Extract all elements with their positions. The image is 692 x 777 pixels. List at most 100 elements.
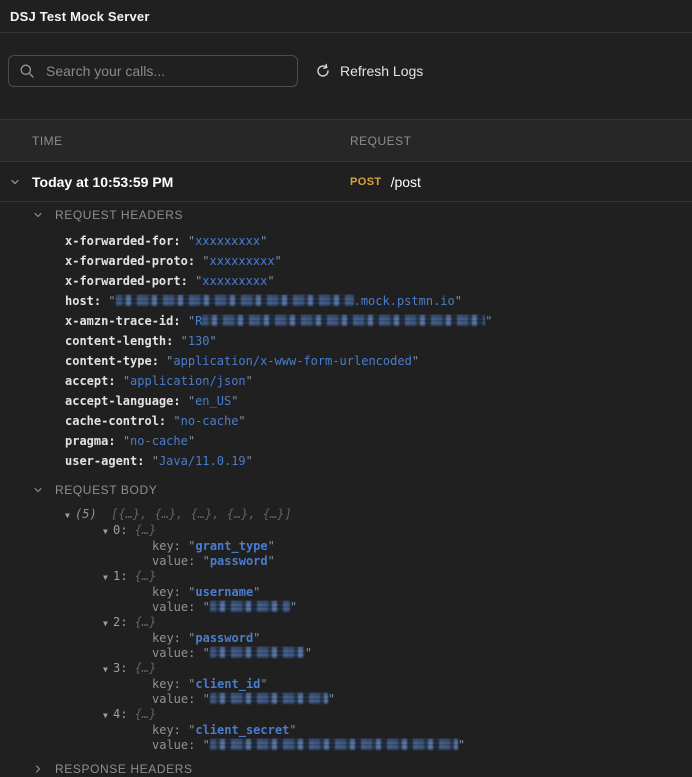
header-key: accept: — [65, 374, 116, 388]
quote-mark: " — [245, 374, 253, 388]
quote-mark: " — [485, 314, 493, 328]
value-label: value: — [152, 646, 196, 660]
array-preview: [{…}, {…}, {…}, {…}, {…}] — [111, 507, 292, 521]
header-key: host: — [65, 294, 102, 308]
response-headers-toggle[interactable]: RESPONSE HEADERS — [33, 761, 692, 777]
redacted-value — [209, 693, 328, 704]
request-header-line: host: " .mock.pstmn.io" — [65, 291, 692, 311]
quote-mark: " — [274, 254, 282, 268]
value-text: client_secret — [195, 723, 290, 737]
quote-mark: " — [151, 454, 159, 468]
object-preview: {…} — [134, 523, 157, 537]
request-header-line: accept: "application/json" — [65, 371, 692, 391]
mock-server-log-viewer: DSJ Test Mock Server Refresh Logs TIME R… — [0, 0, 692, 777]
item-index: 4: — [113, 707, 128, 721]
quote-mark: " — [260, 677, 268, 691]
quote-mark: " — [122, 374, 131, 388]
header-key: cache-control: — [65, 414, 167, 428]
quote-mark: " — [187, 434, 196, 448]
quote-mark: " — [238, 414, 246, 428]
key-label: key: — [152, 677, 181, 691]
search-box — [8, 55, 298, 87]
quote-mark: " — [173, 414, 181, 428]
value-label: value: — [152, 738, 196, 752]
body-value-line: value: " " — [152, 600, 692, 615]
quote-mark: " — [122, 434, 131, 448]
toolbar: Refresh Logs — [0, 33, 692, 120]
key-label: key: — [152, 585, 181, 599]
request-headers-toggle[interactable]: REQUEST HEADERS — [33, 207, 692, 223]
value-text: application/x-www-form-urlencoded — [173, 354, 412, 368]
expand-triangle[interactable]: ▼ — [103, 708, 113, 723]
array-count: (5) — [75, 507, 97, 521]
chevron-down-icon — [34, 212, 42, 218]
key-label: key: — [152, 631, 181, 645]
value-text: password — [209, 554, 268, 568]
refresh-logs-button[interactable]: Refresh Logs — [315, 63, 423, 79]
chevron-down-icon[interactable] — [10, 177, 20, 187]
body-item-line: ▼ 0: {…} — [103, 523, 692, 539]
object-preview: {…} — [134, 707, 157, 721]
expand-triangle[interactable]: ▼ — [103, 616, 113, 631]
quote-mark: " — [202, 646, 210, 660]
key-label: key: — [152, 539, 181, 553]
header-key: accept-language: — [65, 394, 181, 408]
quote-mark: " — [411, 354, 420, 368]
expand-triangle[interactable]: ▼ — [103, 524, 113, 539]
item-index: 1: — [113, 569, 128, 583]
method-badge: POST — [350, 175, 382, 188]
search-input[interactable] — [44, 62, 287, 80]
expand-triangle[interactable]: ▼ — [103, 570, 113, 585]
body-array-root: ▼ (5) [{…}, {…}, {…}, {…}, {…}] — [65, 507, 692, 523]
value-text: .mock.pstmn.io — [353, 294, 455, 308]
value-text: en_US — [195, 394, 232, 408]
body-key-line: key: "username" — [152, 585, 692, 600]
quote-mark: " — [327, 692, 336, 706]
body-item-line: ▼ 1: {…} — [103, 569, 692, 585]
expand-triangle[interactable]: ▼ — [103, 662, 113, 677]
object-preview: {…} — [134, 661, 157, 675]
response-headers-label: RESPONSE HEADERS — [55, 762, 193, 776]
table-header: TIME REQUEST — [0, 120, 692, 162]
column-header-time: TIME — [32, 133, 63, 148]
quote-mark: " — [253, 585, 261, 599]
log-entry-row[interactable]: Today at 10:53:59 PM POST /post — [0, 162, 692, 202]
item-index: 2: — [113, 615, 128, 629]
quote-mark: " — [187, 314, 196, 328]
request-path: /post — [390, 173, 421, 190]
body-key-line: key: "client_id" — [152, 677, 692, 692]
chevron-right-icon — [35, 765, 41, 773]
redacted-value — [202, 315, 486, 326]
value-text: username — [195, 585, 254, 599]
quote-mark: " — [245, 454, 253, 468]
titlebar: DSJ Test Mock Server — [0, 0, 692, 33]
request-header-line: content-length: "130" — [65, 331, 692, 351]
quote-mark: " — [180, 334, 188, 348]
header-key: user-agent: — [65, 454, 145, 468]
value-text: no-cache — [130, 434, 188, 448]
expand-triangle[interactable]: ▼ — [65, 508, 75, 523]
log-entry-details: REQUEST HEADERS x-forwarded-for: "xxxxxx… — [0, 202, 692, 777]
request-body-tree: ▼ (5) [{…}, {…}, {…}, {…}, {…}] ▼ 0: {…} key… — [65, 507, 692, 753]
header-key: x-forwarded-proto: — [65, 254, 196, 268]
value-text: xxxxxxxxx — [209, 254, 275, 268]
quote-mark: " — [209, 334, 217, 348]
chevron-down-icon — [34, 487, 42, 493]
body-item-line: ▼ 3: {…} — [103, 661, 692, 677]
request-header-line: cache-control: "no-cache" — [65, 411, 692, 431]
quote-mark: " — [267, 274, 275, 288]
object-preview: {…} — [134, 615, 157, 629]
redacted-value — [209, 739, 458, 750]
body-value-line: value: " " — [152, 738, 692, 753]
quote-mark: " — [253, 631, 261, 645]
quote-mark: " — [267, 539, 275, 553]
value-text: password — [195, 631, 254, 645]
value-text: no-cache — [180, 414, 239, 428]
request-header-line: x-forwarded-for: "xxxxxxxxx" — [65, 231, 692, 251]
body-key-line: key: "password" — [152, 631, 692, 646]
quote-mark: " — [202, 692, 210, 706]
request-header-line: pragma: "no-cache" — [65, 431, 692, 451]
request-header-line: accept-language: "en_US" — [65, 391, 692, 411]
request-body-toggle[interactable]: REQUEST BODY — [33, 482, 692, 498]
header-key: content-type: — [65, 354, 159, 368]
